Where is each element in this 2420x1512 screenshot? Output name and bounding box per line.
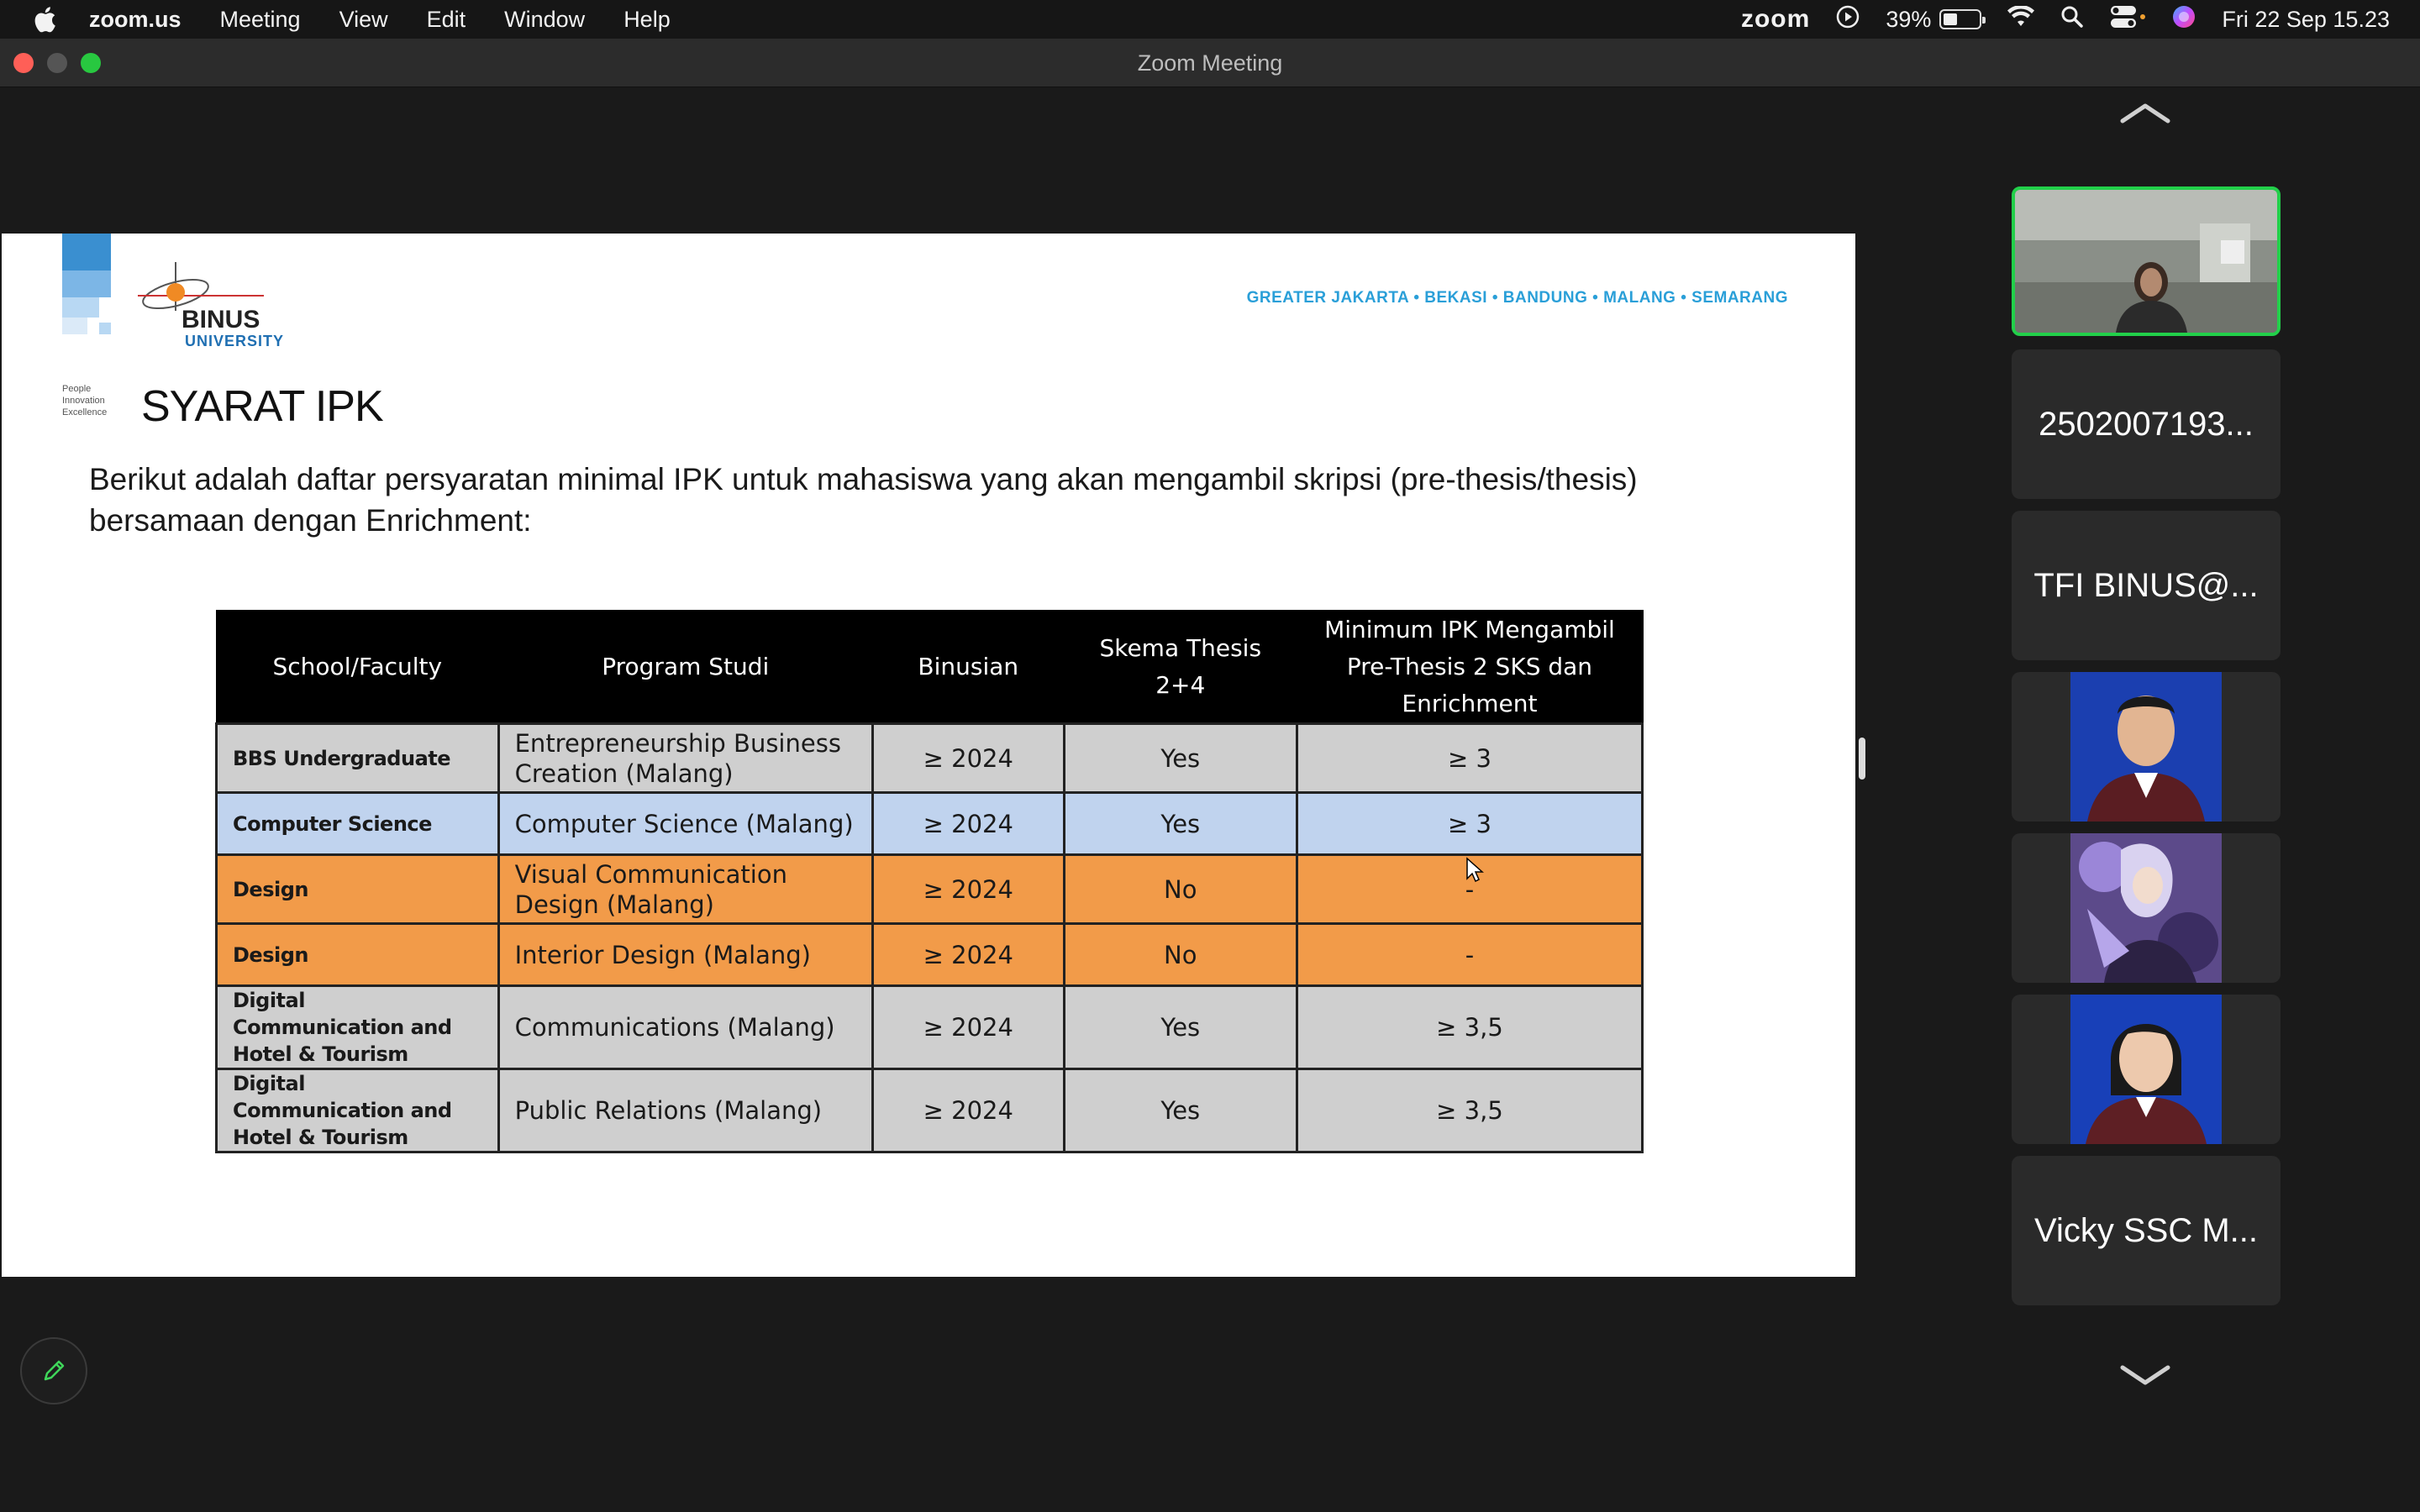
cell-skema: Yes [1062, 984, 1298, 1070]
col-skema: Skema Thesis 2+4 [1063, 610, 1298, 725]
menu-window[interactable]: Window [504, 7, 585, 33]
battery-percent: 39% [1886, 6, 1932, 32]
pencil-icon [44, 1360, 65, 1381]
col-binusian: Binusian [871, 610, 1065, 725]
cell-school: Design [215, 922, 500, 987]
cell-skema: Yes [1062, 1068, 1298, 1153]
cell-min-ipk: ≥ 3 [1295, 791, 1644, 856]
cell-school: Digital Communication and Hotel & Touris… [215, 984, 500, 1070]
table-row: BBS Undergraduate Entrepreneurship Busin… [215, 722, 1644, 794]
participant-avatar-artwork [2070, 833, 2222, 983]
campus-cities: GREATER JAKARTA • BEKASI • BANDUNG • MAL… [1246, 289, 1788, 307]
cell-skema: Yes [1062, 722, 1298, 794]
window-title-bar: Zoom Meeting [0, 39, 2420, 87]
play-circle-icon[interactable] [1835, 4, 1860, 35]
participant-tile-photo[interactable] [2012, 672, 2281, 822]
cell-min-ipk: ≥ 3,5 [1295, 1068, 1644, 1153]
participant-avatar-photo [2070, 672, 2222, 822]
zoom-status-logo[interactable]: zoom [1741, 5, 1810, 34]
speaker-video-feed [2015, 190, 2277, 333]
cell-skema: No [1062, 922, 1298, 987]
cell-school: Digital Communication and Hotel & Touris… [215, 1068, 500, 1153]
binus-logo: BINUS UNIVERSITY [138, 260, 297, 353]
participant-tile[interactable]: Vicky SSC M... [2012, 1156, 2281, 1305]
cell-program: Computer Science (Malang) [497, 791, 874, 856]
participant-name: 2502007193... [2039, 405, 2254, 443]
scroll-down-chevron-icon[interactable] [2118, 1362, 2173, 1388]
participant-tile-photo[interactable] [2012, 995, 2281, 1144]
cell-school: Computer Science [215, 791, 500, 856]
annotate-pencil-button[interactable] [20, 1337, 87, 1404]
slide-intro-text: Berikut adalah daftar persyaratan minima… [89, 462, 1638, 538]
table-row: Computer Science Computer Science (Malan… [215, 791, 1644, 856]
slide-heading: SYARAT IPK [141, 382, 384, 431]
cell-binusian: ≥ 2024 [871, 791, 1065, 856]
table-header-row: School/Faculty Program Studi Binusian Sk… [215, 610, 1644, 725]
ipk-requirements-table: School/Faculty Program Studi Binusian Sk… [215, 610, 1644, 1153]
table-row: Digital Communication and Hotel & Touris… [215, 1068, 1644, 1153]
siri-icon[interactable] [2171, 4, 2196, 35]
cell-min-ipk: - [1295, 922, 1644, 987]
participant-avatar-photo [2070, 995, 2222, 1144]
mouse-cursor-icon [1465, 857, 1484, 888]
cell-skema: Yes [1062, 791, 1298, 856]
window-title: Zoom Meeting [1137, 50, 1283, 76]
participant-name: TFI BINUS@... [2033, 566, 2259, 604]
cell-program: Communications (Malang) [497, 984, 874, 1070]
cell-program: Visual Communication Design (Malang) [497, 853, 874, 925]
cell-binusian: ≥ 2024 [871, 984, 1065, 1070]
menu-meeting[interactable]: Meeting [220, 7, 301, 33]
cell-min-ipk: ≥ 3 [1295, 722, 1644, 794]
table-row: Design Visual Communication Design (Mala… [215, 853, 1644, 925]
col-program: Program Studi [497, 610, 874, 725]
participant-tile[interactable]: TFI BINUS@... [2012, 511, 2281, 660]
panel-resize-handle[interactable] [1859, 738, 1865, 780]
menu-view[interactable]: View [339, 7, 388, 33]
menu-help[interactable]: Help [623, 7, 671, 33]
participant-tile[interactable]: 2502007193... [2012, 349, 2281, 499]
menu-clock[interactable]: Fri 22 Sep 15.23 [2222, 7, 2390, 33]
menu-edit[interactable]: Edit [427, 7, 466, 33]
cell-min-ipk: ≥ 3,5 [1295, 984, 1644, 1070]
col-min-ipk: Minimum IPK Mengambil Pre-Thesis 2 SKS d… [1296, 610, 1644, 725]
cell-binusian: ≥ 2024 [871, 722, 1065, 794]
apple-icon[interactable] [32, 4, 59, 34]
cell-program: Public Relations (Malang) [497, 1068, 874, 1153]
shared-slide: BINUS UNIVERSITY People Innovation Excel… [2, 234, 1855, 1277]
battery-icon [1939, 9, 1986, 29]
cell-binusian: ≥ 2024 [871, 853, 1065, 925]
cell-program: Entrepreneurship Business Creation (Mala… [497, 722, 874, 794]
cell-binusian: ≥ 2024 [871, 922, 1065, 987]
control-center-icon[interactable] [2109, 4, 2146, 35]
participant-tile-photo[interactable] [2012, 833, 2281, 983]
cell-school: Design [215, 853, 500, 925]
cell-skema: No [1062, 853, 1298, 925]
cell-program: Interior Design (Malang) [497, 922, 874, 987]
participant-tile-video[interactable] [2012, 186, 2281, 336]
battery-status[interactable]: 39% [1886, 6, 1986, 33]
menu-app-name[interactable]: zoom.us [89, 7, 182, 33]
slide-tagline: People Innovation Excellence [62, 384, 108, 417]
col-school: School/Faculty [215, 610, 500, 725]
logo-subtext: UNIVERSITY [185, 333, 284, 349]
participant-name: Vicky SSC M... [2034, 1211, 2258, 1249]
search-icon[interactable] [2060, 5, 2084, 34]
slide-decor-bar [62, 234, 111, 351]
wifi-icon[interactable] [2007, 4, 2035, 34]
table-row: Digital Communication and Hotel & Touris… [215, 984, 1644, 1070]
cell-school: BBS Undergraduate [215, 722, 500, 794]
meeting-stage: BINUS UNIVERSITY People Innovation Excel… [0, 87, 2420, 1512]
scroll-up-chevron-icon[interactable] [2118, 101, 2173, 126]
menu-bar: zoom.us Meeting View Edit Window Help zo… [0, 0, 2420, 39]
cell-binusian: ≥ 2024 [871, 1068, 1065, 1153]
logo-text: BINUS [182, 306, 260, 333]
table-row: Design Interior Design (Malang) ≥ 2024 N… [215, 922, 1644, 987]
